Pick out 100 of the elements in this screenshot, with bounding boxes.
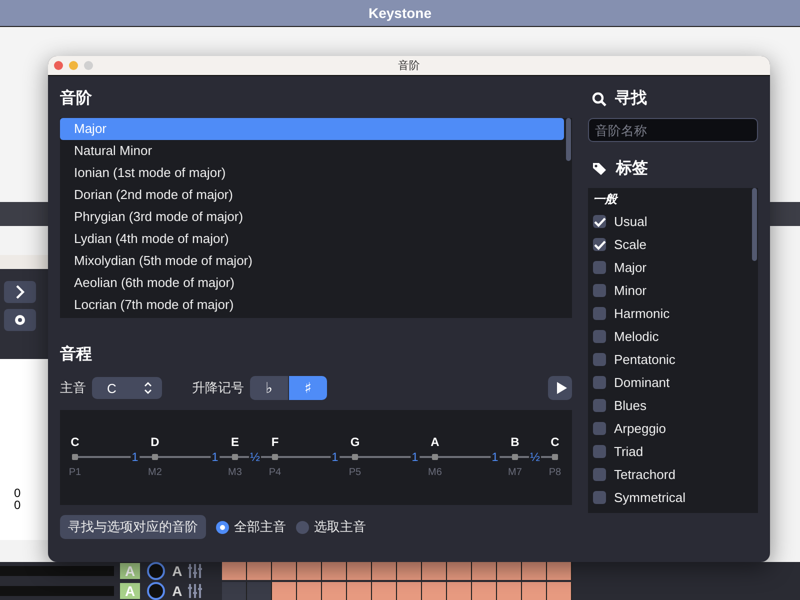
checkbox[interactable]	[593, 330, 606, 343]
checkbox[interactable]	[593, 422, 606, 435]
tag-checkbox[interactable]: Usual	[588, 210, 750, 233]
grid-cell[interactable]	[422, 562, 448, 580]
note-name: E	[231, 435, 239, 449]
tag-checkbox[interactable]: Melodic	[588, 325, 750, 348]
app-title: Keystone	[368, 5, 432, 21]
scale-item[interactable]: Aeolian (6th mode of major)	[60, 272, 564, 294]
grid-cell[interactable]	[247, 562, 272, 580]
note-name: C	[70, 435, 80, 449]
grid-cell[interactable]	[272, 562, 298, 580]
grid-cell[interactable]	[397, 562, 422, 580]
radio-label: 选取主音	[314, 518, 366, 536]
scale-item[interactable]: Mixolydian (5th mode of major)	[60, 250, 564, 272]
tag-checkbox[interactable]: Major	[588, 256, 750, 279]
close-button[interactable]	[54, 61, 63, 70]
grid-cell[interactable]	[497, 582, 522, 600]
find-scales-button[interactable]: 寻找与选项对应的音阶	[60, 515, 206, 539]
grid-cell[interactable]	[447, 562, 472, 580]
grid-cell[interactable]	[547, 562, 572, 580]
tag-checkbox[interactable]: Dominant	[588, 371, 750, 394]
tag-checkbox[interactable]: Arpeggio	[588, 417, 750, 440]
track-badge: A	[172, 563, 182, 579]
grid-cell[interactable]	[372, 582, 398, 600]
tab-number: 0	[14, 487, 22, 499]
grid-cell[interactable]	[422, 582, 448, 600]
grid-cell[interactable]	[547, 582, 572, 600]
step-size: 1	[410, 450, 420, 464]
checkbox[interactable]	[593, 376, 606, 389]
grid-cell[interactable]	[347, 582, 372, 600]
scale-item[interactable]: Locrian (7th mode of major)	[60, 294, 564, 316]
tonic-scope-radio[interactable]: 全部主音	[216, 518, 286, 536]
tag-label: Symmetrical	[614, 490, 686, 505]
note-marker	[352, 454, 358, 460]
play-button[interactable]	[548, 376, 572, 400]
checkbox[interactable]	[593, 215, 606, 228]
grid-cell[interactable]	[322, 562, 348, 580]
chevron-updown-icon	[144, 382, 152, 394]
radio-icon[interactable]	[296, 520, 309, 534]
grid-cell[interactable]	[372, 562, 398, 580]
grid-cell[interactable]	[247, 582, 272, 600]
grid-cell[interactable]	[472, 582, 498, 600]
grid-cell[interactable]	[397, 582, 422, 600]
grid-cell[interactable]	[522, 562, 548, 580]
checkbox[interactable]	[593, 399, 606, 412]
scale-item[interactable]: Lydian (4th mode of major)	[60, 228, 564, 250]
scale-item[interactable]: Natural Minor	[60, 140, 564, 162]
checkbox[interactable]	[593, 491, 606, 504]
grid-cell[interactable]	[222, 582, 248, 600]
tag-checkbox[interactable]: Triad	[588, 440, 750, 463]
mixer-icon	[188, 563, 202, 579]
tag-checkbox[interactable]: Minor	[588, 279, 750, 302]
tag-checkbox[interactable]: Pentatonic	[588, 348, 750, 371]
chevron-right-icon	[15, 285, 25, 299]
tag-checkbox[interactable]: Harmonic	[588, 302, 750, 325]
checkbox[interactable]	[593, 284, 606, 297]
tag-checkbox[interactable]: Symmetrical	[588, 486, 750, 509]
checkbox[interactable]	[593, 445, 606, 458]
search-field[interactable]: 音阶名称	[588, 118, 758, 142]
tag-checkbox[interactable]: Scale	[588, 233, 750, 256]
grid-cell[interactable]	[447, 582, 472, 600]
tag-checkbox[interactable]: Tetrachord	[588, 463, 750, 486]
scrollbar[interactable]	[566, 118, 571, 161]
grid-cell[interactable]	[297, 582, 322, 600]
tag-group-title: 一般	[592, 191, 620, 208]
grid-cell[interactable]	[322, 582, 348, 600]
note-name: D	[150, 435, 160, 449]
grid-cell[interactable]	[347, 562, 372, 580]
checkbox[interactable]	[593, 307, 606, 320]
checkbox[interactable]	[593, 353, 606, 366]
checkbox[interactable]	[593, 468, 606, 481]
radio-icon[interactable]	[216, 520, 229, 534]
tag-checkbox[interactable]: Blues	[588, 394, 750, 417]
settings-button[interactable]	[4, 309, 36, 331]
scale-item[interactable]: Ionian (1st mode of major)	[60, 162, 564, 184]
section-heading: 音程	[60, 344, 93, 365]
scale-item[interactable]: Phrygian (3rd mode of major)	[60, 206, 564, 228]
grid-cell[interactable]	[472, 562, 498, 580]
tonic-select[interactable]: C	[92, 377, 162, 399]
note-name: A	[430, 435, 440, 449]
accidental-button[interactable]: ♭	[250, 376, 288, 400]
scrollbar[interactable]	[752, 188, 757, 261]
scale-item[interactable]: Dorian (2nd mode of major)	[60, 184, 564, 206]
tonic-scope-radio[interactable]: 选取主音	[296, 518, 366, 536]
tag-label: Melodic	[614, 329, 659, 344]
grid-cell[interactable]	[522, 582, 548, 600]
tag-label: Triad	[614, 444, 644, 459]
checkbox[interactable]	[593, 261, 606, 274]
checkbox[interactable]	[593, 238, 606, 251]
grid-cell[interactable]	[222, 562, 248, 580]
note-marker	[232, 454, 238, 460]
grid-cell[interactable]	[297, 562, 322, 580]
grid-cell[interactable]	[272, 582, 298, 600]
tonic-label: 主音	[60, 379, 86, 397]
grid-cell[interactable]	[497, 562, 522, 580]
knob-icon	[146, 561, 166, 581]
next-button[interactable]	[4, 281, 36, 303]
mixer-icon	[188, 583, 202, 599]
note-marker	[152, 454, 158, 460]
note-name: B	[510, 435, 520, 449]
